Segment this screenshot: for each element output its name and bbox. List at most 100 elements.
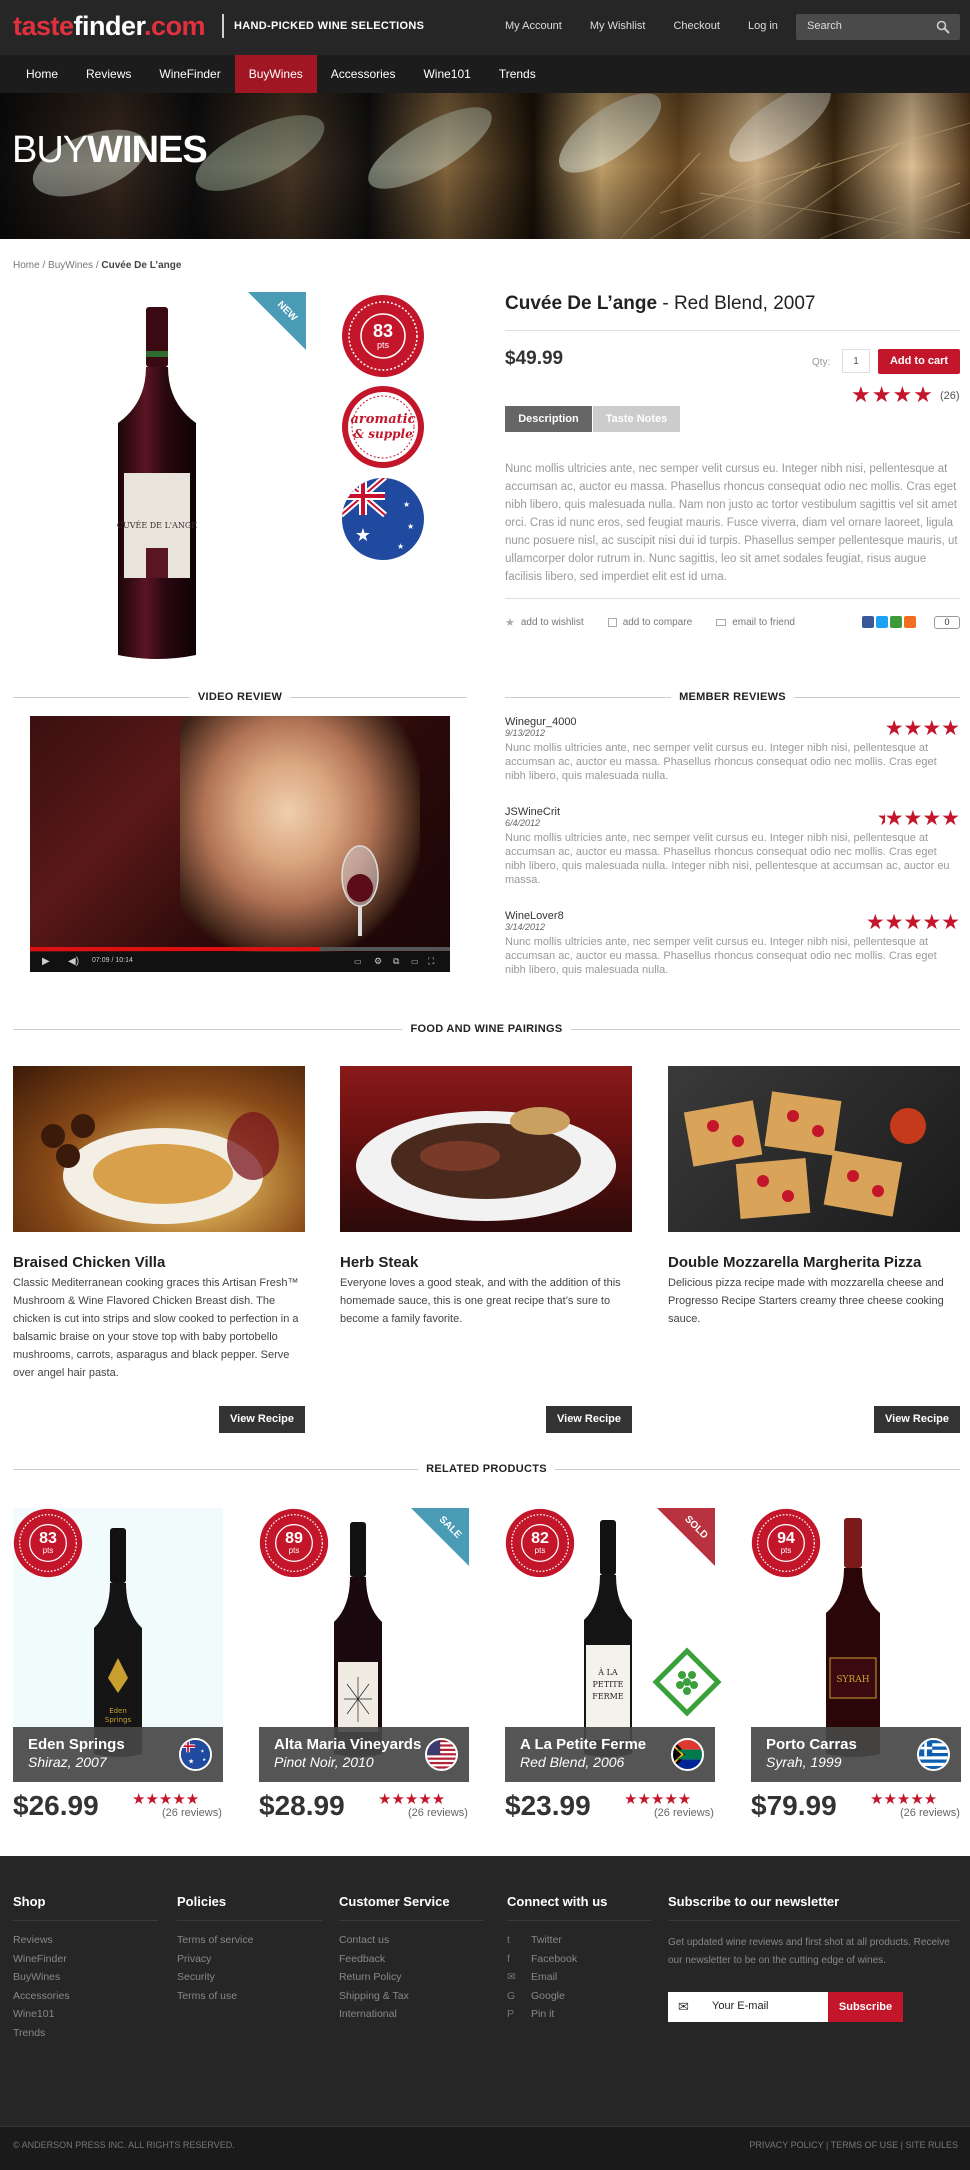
south-africa-flag-icon: [671, 1738, 704, 1771]
view-recipe-button[interactable]: View Recipe: [219, 1406, 305, 1433]
footer-bottom-bar: © ANDERSON PRESS INC. ALL RIGHTS RESERVE…: [0, 2126, 970, 2170]
footer-link-email[interactable]: ✉ Email: [507, 1968, 607, 1987]
nav-trends[interactable]: Trends: [485, 55, 550, 93]
review-text: Nunc mollis ultricies ante, nec semper v…: [505, 832, 950, 886]
facebook-icon[interactable]: [862, 616, 874, 628]
footer-link-facebook[interactable]: f Facebook: [507, 1950, 607, 1969]
related-product-name: Alta Maria Vineyards: [274, 1736, 422, 1753]
score-unit: pts: [376, 339, 389, 350]
footer-link-return-policy[interactable]: Return Policy: [339, 1968, 450, 1987]
divider: [505, 330, 960, 331]
view-recipe-button[interactable]: View Recipe: [546, 1406, 632, 1433]
play-icon[interactable]: ▶: [42, 956, 50, 967]
captions-icon[interactable]: ▭: [354, 957, 362, 966]
related-product-stars: ★★★★★: [378, 1791, 446, 1808]
pizza-dish-image[interactable]: [668, 1066, 960, 1232]
related-score-badge: 82 pts: [505, 1508, 575, 1578]
footer-link-feedback[interactable]: Feedback: [339, 1950, 450, 1969]
score-value: 83: [372, 320, 394, 341]
footer-link-shipping-tax[interactable]: Shipping & Tax: [339, 1987, 450, 2006]
my-account-link[interactable]: My Account: [505, 20, 562, 32]
qty-input[interactable]: [842, 349, 870, 373]
footer-link-security[interactable]: Security: [177, 1968, 253, 1987]
chicken-dish-image[interactable]: [13, 1066, 305, 1232]
footer-link-international[interactable]: International: [339, 2005, 450, 2024]
footer-link-pinit[interactable]: P Pin it: [507, 2005, 607, 2024]
add-icon[interactable]: [904, 616, 916, 628]
footer-link-buywines[interactable]: BuyWines: [13, 1968, 70, 1987]
svg-text:PETITE: PETITE: [593, 1680, 624, 1689]
add-to-compare-link[interactable]: add to compare: [607, 616, 692, 629]
main-nav: Home Reviews WineFinder BuyWines Accesso…: [0, 55, 970, 93]
footer-rule: [507, 1920, 652, 1921]
fullscreen-icon[interactable]: ⛶: [428, 956, 434, 967]
footer-link-trends[interactable]: Trends: [13, 2024, 70, 2043]
related-product-caption: Porto Carras Syrah, 1999: [751, 1727, 961, 1782]
footer-link-winefinder[interactable]: WineFinder: [13, 1950, 70, 1969]
recipe-title: Double Mozzarella Margherita Pizza: [668, 1254, 922, 1271]
score-badge: 83 pts: [341, 294, 425, 378]
footer-policies-column: Policies Terms of service Privacy Securi…: [177, 1894, 253, 2005]
nav-reviews[interactable]: Reviews: [72, 55, 145, 93]
view-recipe-button[interactable]: View Recipe: [874, 1406, 960, 1433]
share-icon[interactable]: [890, 616, 902, 628]
footer-link-terms-of-service[interactable]: Terms of service: [177, 1931, 253, 1950]
review-item: WineLover8 3/14/2012 Nunc mollis ultrici…: [505, 910, 960, 977]
breadcrumb-buywines[interactable]: BuyWines: [48, 260, 93, 271]
login-link[interactable]: Log in: [748, 20, 778, 32]
nav-home[interactable]: Home: [12, 55, 72, 93]
product-subtitle: - Red Blend, 2007: [657, 293, 816, 314]
related-product-name: A La Petite Ferme: [520, 1736, 647, 1753]
related-product-price: $28.99: [259, 1790, 345, 1821]
email-to-friend-link[interactable]: email to friend: [716, 616, 795, 629]
steak-dish-image[interactable]: [340, 1066, 632, 1232]
newsletter-email-input[interactable]: [712, 2000, 822, 2012]
checkout-link[interactable]: Checkout: [673, 20, 719, 32]
breadcrumb-current: Cuvée De L’ange: [101, 260, 182, 271]
video-player[interactable]: ▶ ◀) 07:09 / 10:14 ▭ ⚙ ⧉ ▭ ⛶: [30, 716, 450, 972]
svg-text:SYRAH: SYRAH: [836, 1675, 869, 1685]
popout-icon[interactable]: ⧉: [393, 956, 399, 967]
footer-bottom-links[interactable]: PRIVACY POLICY | TERMS OF USE | SITE RUL…: [749, 2140, 958, 2150]
footer-link-privacy[interactable]: Privacy: [177, 1950, 253, 1969]
theater-icon[interactable]: ▭: [411, 957, 419, 966]
twitter-icon[interactable]: [876, 616, 888, 628]
video-review-title: VIDEO REVIEW: [189, 691, 291, 703]
search-input[interactable]: [807, 20, 927, 32]
footer-link-reviews[interactable]: Reviews: [13, 1931, 70, 1950]
related-score: 83: [39, 1530, 57, 1547]
footer-link-wine101[interactable]: Wine101: [13, 2005, 70, 2024]
nav-winefinder[interactable]: WineFinder: [145, 55, 234, 93]
newsletter-description: Get updated wine reviews and first shot …: [668, 1937, 950, 1966]
nav-wine101[interactable]: Wine101: [409, 55, 484, 93]
footer-newsletter-title: Subscribe to our newsletter: [668, 1894, 840, 1909]
footer-link-twitter[interactable]: t Twitter: [507, 1931, 607, 1950]
footer-connect-title: Connect with us: [507, 1894, 608, 1909]
breadcrumb-home[interactable]: Home: [13, 260, 40, 271]
footer-link-google[interactable]: G Google: [507, 1987, 607, 2006]
site-logo[interactable]: tastefinder.com: [13, 11, 206, 42]
footer-link-accessories[interactable]: Accessories: [13, 1987, 70, 2006]
tab-taste-notes[interactable]: Taste Notes: [593, 406, 680, 432]
pinterest-icon: P: [507, 2008, 515, 2020]
footer-link-contact-us[interactable]: Contact us: [339, 1931, 450, 1950]
tab-description[interactable]: Description: [505, 406, 592, 432]
svg-text:★: ★: [188, 1758, 194, 1766]
footer-link-terms-of-use[interactable]: Terms of use: [177, 1987, 253, 2006]
add-to-wishlist-link[interactable]: ★ add to wishlist: [505, 616, 584, 629]
nav-accessories[interactable]: Accessories: [317, 55, 410, 93]
product-ribbon: NEW: [248, 292, 306, 350]
search-icon[interactable]: [936, 20, 950, 34]
add-to-cart-button[interactable]: Add to cart: [878, 349, 960, 374]
footer-service-title: Customer Service: [339, 1894, 450, 1909]
gear-icon[interactable]: ⚙: [374, 956, 382, 967]
volume-icon[interactable]: ◀): [68, 956, 79, 967]
nav-buywines[interactable]: BuyWines: [234, 55, 317, 93]
video-progress-bar[interactable]: [30, 947, 320, 951]
logo-part-com: .com: [144, 11, 206, 41]
related-score: 82: [531, 1530, 549, 1547]
subscribe-button[interactable]: Subscribe: [828, 1992, 903, 2022]
my-wishlist-link[interactable]: My Wishlist: [590, 20, 646, 32]
recipe-title: Braised Chicken Villa: [13, 1254, 166, 1271]
greece-flag-icon: [917, 1738, 950, 1771]
